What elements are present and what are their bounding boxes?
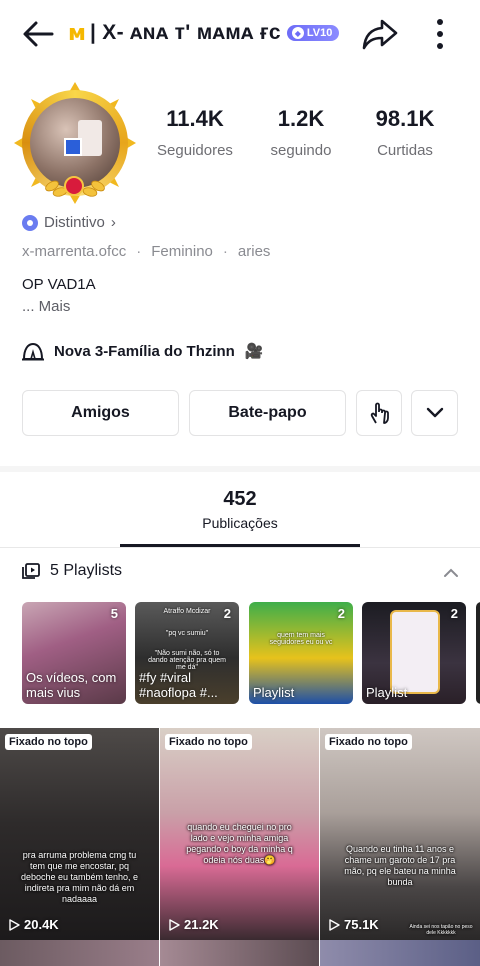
suggestions-dropdown-button[interactable] xyxy=(411,390,458,436)
playlist-card-partial[interactable] xyxy=(476,602,480,704)
playlist-title: Playlist xyxy=(253,685,295,700)
following-label: seguindo xyxy=(270,142,332,159)
video-views: 20.4K xyxy=(8,917,59,932)
family-link[interactable]: Nova 3-Família do Thzinn 🎥 xyxy=(22,341,264,361)
stat-likes[interactable]: 98.1K Curtidas xyxy=(366,106,444,159)
chat-button[interactable]: Bate-papo xyxy=(189,390,346,436)
followers-label: Seguidores xyxy=(157,142,233,159)
camera-emoji-icon: 🎥 xyxy=(244,343,264,360)
meta-separator: · xyxy=(136,243,142,260)
profile-title: ᴍ | X- ᴀɴᴀ ᴛ' ᴍᴀᴍᴀ ғᴄ ◆ LV10 xyxy=(68,18,340,48)
distintivo-badge-icon xyxy=(22,214,38,231)
video-view-count: 20.4K xyxy=(24,917,59,932)
bio: OP VAD1A ... Mais xyxy=(22,274,96,318)
video-overlay-text: quando eu cheguei no pro lado e vejo min… xyxy=(186,822,293,865)
meta-separator: · xyxy=(222,243,228,260)
playlist-overlay-text: "Não sumi não, só to dando atenção pra q… xyxy=(148,650,226,671)
video-views: 75.1K xyxy=(328,917,379,932)
hand-tap-icon xyxy=(370,402,389,424)
username: x-marrenta.ofcc xyxy=(22,243,127,260)
video-overlay-text: Quando eu tinha 11 anos e chame um garot… xyxy=(344,844,456,887)
pinned-badge: Fixado no topo xyxy=(5,734,92,750)
playlist-video-count: 5 xyxy=(110,606,118,621)
profile-name: | X- ᴀɴᴀ ᴛ' ᴍᴀᴍᴀ ғᴄ xyxy=(89,21,281,44)
video-thumbnail-partial[interactable] xyxy=(320,940,480,966)
crown-logo-icon: ᴍ xyxy=(68,20,86,46)
pinned-badge: Fixado no topo xyxy=(165,734,252,750)
playlist-video-count: 2 xyxy=(450,606,458,621)
likes-count: 98.1K xyxy=(375,106,435,131)
profile-meta: x-marrenta.ofcc · Feminino · aries xyxy=(22,243,270,260)
avatar-photo xyxy=(30,98,120,188)
video-view-count: 75.1K xyxy=(344,917,379,932)
playlist-icon xyxy=(22,563,40,579)
sign-tag: aries xyxy=(237,243,271,260)
playlists-header[interactable]: 5 Playlists xyxy=(22,562,122,580)
video-thumbnail-partial[interactable] xyxy=(160,940,319,966)
video-overlay-small-text: Ainda sei nos tapão no peso dele Kkkkkkk xyxy=(409,924,473,936)
pinned-badge: Fixado no topo xyxy=(325,734,412,750)
tab-posts[interactable]: 452 Publicações xyxy=(0,488,480,531)
playlist-card[interactable]: 2 Playlist xyxy=(362,602,466,704)
chevron-up-icon[interactable] xyxy=(440,562,462,584)
family-name: Nova 3-Família do Thzinn xyxy=(54,342,235,360)
playlist-video-count: 2 xyxy=(223,606,231,621)
playlist-overlay-text: quem tem mais seguidores eu ou vc xyxy=(269,632,333,646)
playlist-title: Os vídeos, com mais vius xyxy=(26,670,117,700)
tent-icon xyxy=(22,342,44,361)
friends-button[interactable]: Amigos xyxy=(22,390,179,436)
play-icon xyxy=(329,918,340,931)
distintivo-link[interactable]: Distintivo › xyxy=(22,214,116,231)
bio-text: OP VAD1A xyxy=(22,276,96,293)
video-thumbnail-partial[interactable] xyxy=(0,940,159,966)
play-icon xyxy=(169,918,180,931)
playlist-overlay-text: Atraffo Mcdizar xyxy=(163,608,211,615)
chevron-right-icon: › xyxy=(110,214,116,231)
following-count: 1.2K xyxy=(277,106,325,131)
video-thumbnail[interactable]: Fixado no topo quando eu cheguei no pro … xyxy=(160,728,319,940)
playlist-card[interactable]: quem tem mais seguidores eu ou vc 2 Play… xyxy=(249,602,353,704)
avatar-gem-icon xyxy=(64,176,84,196)
likes-label: Curtidas xyxy=(377,142,433,159)
level-badge[interactable]: ◆ LV10 xyxy=(286,25,340,41)
playlist-title: Playlist xyxy=(366,685,408,700)
video-views: 21.2K xyxy=(168,917,219,932)
poke-button[interactable] xyxy=(356,390,402,436)
more-options-icon[interactable] xyxy=(422,14,458,54)
stat-followers[interactable]: 11.4K Seguidores xyxy=(148,106,242,159)
playlist-card[interactable]: Atraffo Mcdizar "pq vc sumiu" "Não sumi … xyxy=(135,602,239,704)
posts-count: 452 xyxy=(223,488,257,510)
section-divider xyxy=(0,466,480,472)
stat-following[interactable]: 1.2K seguindo xyxy=(262,106,340,159)
top-bar: ᴍ | X- ᴀɴᴀ ᴛ' ᴍᴀᴍᴀ ғᴄ ◆ LV10 xyxy=(0,0,480,66)
distintivo-label: Distintivo xyxy=(44,214,105,231)
playlist-title: #fy #viral #naoflopa #... xyxy=(139,670,218,700)
play-icon xyxy=(9,918,20,931)
gender-tag: Feminino xyxy=(151,243,213,260)
share-icon[interactable] xyxy=(360,14,400,54)
avatar[interactable] xyxy=(14,82,136,204)
playlist-overlay-text: "pq vc sumiu" xyxy=(165,630,209,637)
level-gem-icon: ◆ xyxy=(291,27,304,39)
playlist-video-count: 2 xyxy=(337,606,345,621)
playlists-count-label: 5 Playlists xyxy=(50,562,123,579)
back-arrow-icon[interactable] xyxy=(18,14,58,54)
video-thumbnail[interactable]: Fixado no topo Quando eu tinha 11 anos e… xyxy=(320,728,480,940)
playlist-card[interactable]: 5 Os vídeos, com mais vius xyxy=(22,602,126,704)
video-view-count: 21.2K xyxy=(184,917,219,932)
video-overlay-text: pra arruma problema cmg tu tem que me en… xyxy=(20,850,139,904)
chevron-down-icon xyxy=(426,407,443,418)
video-thumbnail[interactable]: Fixado no topo pra arruma problema cmg t… xyxy=(0,728,159,940)
bio-more-link[interactable]: ... Mais xyxy=(22,296,96,318)
level-label: LV10 xyxy=(306,27,333,39)
phone-screenshot-icon xyxy=(390,610,440,694)
tab-divider xyxy=(0,547,480,548)
posts-label: Publicações xyxy=(202,515,278,531)
followers-count: 11.4K xyxy=(166,106,224,131)
